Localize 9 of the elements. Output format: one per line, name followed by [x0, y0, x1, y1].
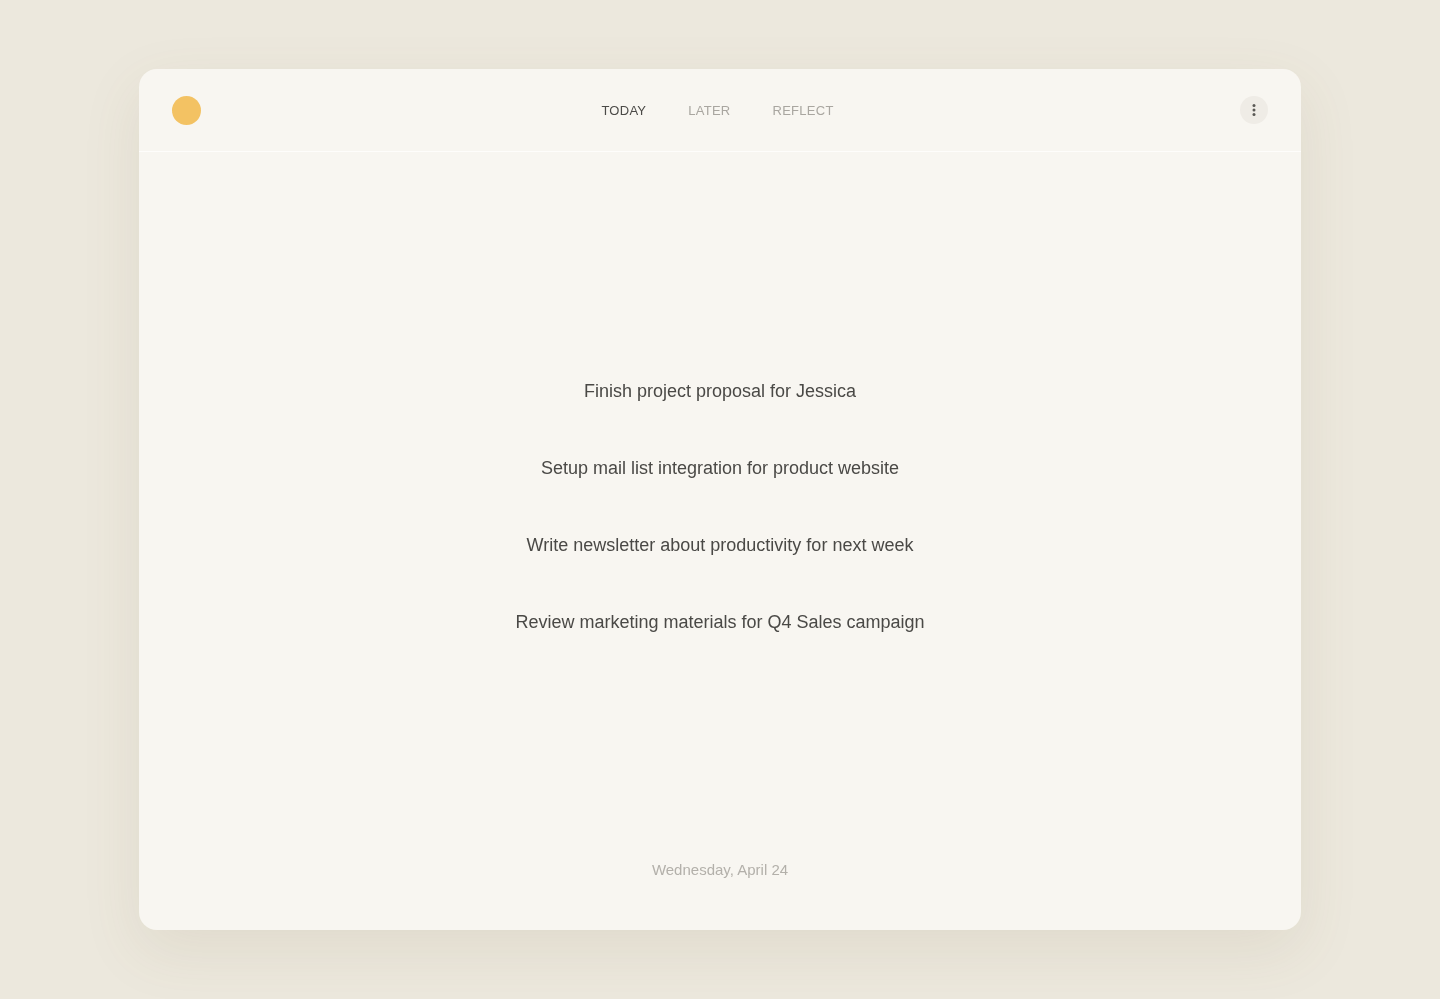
task-item[interactable]: Setup mail list integration for product website — [540, 455, 900, 480]
nav-tab[interactable]: TODAY — [601, 99, 647, 121]
task-item[interactable]: Write newsletter about productivity for next week — [526, 532, 914, 557]
vertical-dots-icon — [1252, 104, 1256, 116]
more-options-button[interactable] — [1240, 96, 1268, 124]
task-item[interactable]: Review marketing materials for Q4 Sales campaign — [515, 609, 925, 634]
circle-logo-icon — [172, 95, 201, 125]
date-label: Wednesday, April 24 — [651, 860, 789, 880]
task-item[interactable]: Finish project proposal for Jessica — [583, 378, 857, 403]
